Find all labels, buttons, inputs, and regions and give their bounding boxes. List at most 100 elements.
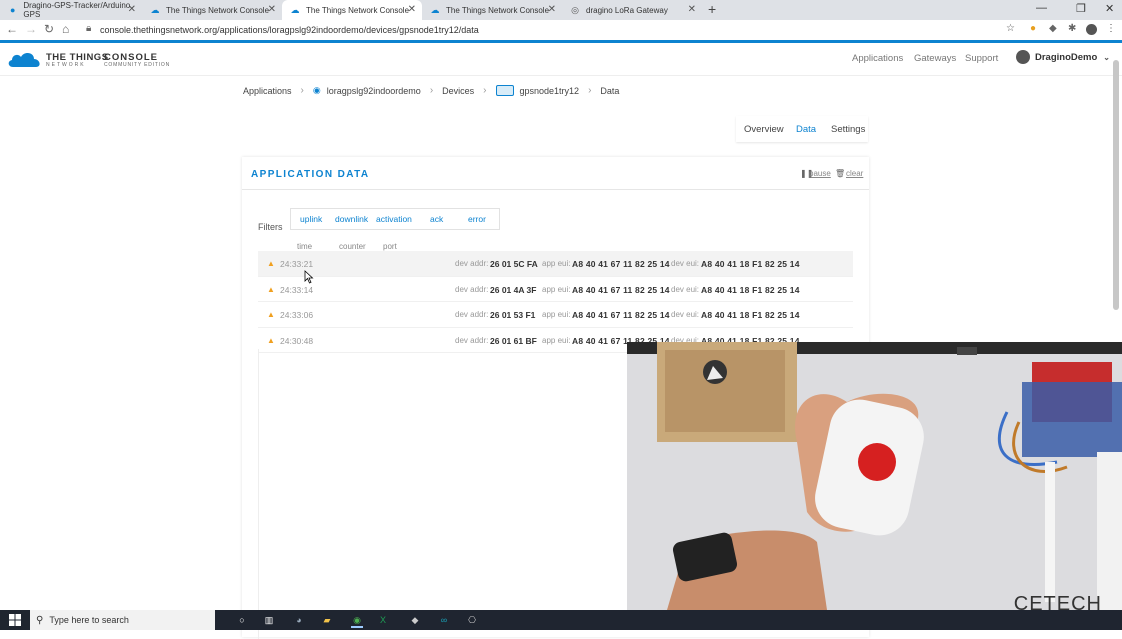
reload-icon[interactable]: ↻ [44,22,54,36]
excel-icon[interactable]: X [377,614,389,626]
dev-eui-value: A8 40 41 18 F1 82 25 14 [701,259,800,269]
app-eui-label: app eui: [542,284,571,294]
ttn-icon: ☁ [290,4,300,15]
extension-icon[interactable]: ◆ [1049,23,1057,34]
breadcrumb-data: Data [600,85,620,96]
column-time: time [297,242,313,251]
tab-overview[interactable]: Overview [744,124,784,135]
profile-avatar[interactable] [1086,24,1097,35]
tab-settings[interactable]: Settings [831,124,865,135]
app-icon[interactable]: ⎔ [466,614,478,626]
task-view-icon[interactable]: ▥ [263,614,275,626]
chevron-right-icon: › [483,85,487,96]
url-field[interactable]: console.thethingsnetwork.org/application… [100,25,479,35]
row-time: 24:33:21 [280,259,314,269]
dev-eui-label: dev eui: [671,310,700,319]
address-bar-row: ← → ↻ ⌂ 🔒︎ console.thethingsnetwork.org/… [0,20,1122,41]
restore-icon[interactable]: ❐ [1076,2,1086,15]
puzzle-icon[interactable]: ✱ [1068,23,1076,34]
close-tab-icon[interactable]: ✕ [128,4,136,15]
cortana-icon[interactable]: ○ [236,614,248,626]
page-scrollbar[interactable] [1113,60,1119,310]
video-overlay: CETECH [627,342,1122,610]
ttn-icon: ☁ [430,4,440,15]
breadcrumb-application[interactable]: loragpslg92indoordemo [327,86,421,96]
nav-gateways[interactable]: Gateways [914,53,956,64]
dev-eui-label: dev eui: [671,284,700,294]
browser-tab-4[interactable]: ☁ The Things Network Console ✕ [422,0,562,20]
browser-tab-3[interactable]: ☁ The Things Network Console ✕ [282,0,422,20]
chrome-icon[interactable]: ◉ [351,614,363,628]
user-menu[interactable]: DraginoDemo ⌄ [1016,50,1110,64]
breadcrumb-devices[interactable]: Devices [442,86,474,96]
app-icon[interactable]: ◕ [293,614,305,626]
nav-applications[interactable]: Applications [852,53,903,64]
globe-icon: ◎ [571,4,579,15]
back-icon[interactable]: ← [6,22,18,36]
bookmark-star-icon[interactable]: ☆ [1006,23,1015,34]
filters-label: Filters [258,222,283,232]
brand-subtitle: NETWORK [46,62,86,68]
panel-divider [258,349,259,639]
tab-title: dragino LoRa Gateway [586,5,668,15]
browser-tab-1[interactable]: ● Dragino-GPS-Tracker/Arduino GPS ✕ [0,0,142,20]
filter-activation[interactable]: activation [376,214,412,224]
minimize-icon[interactable]: — [1036,2,1047,14]
filter-uplink[interactable]: uplink [300,214,322,224]
dev-addr-value: 26 01 5C FA [490,259,538,269]
tab-title: The Things Network Console [446,5,550,15]
arduino-icon[interactable]: ∞ [438,614,450,626]
close-tab-icon[interactable]: ✕ [548,4,556,15]
trash-icon[interactable]: 🗑︎ [835,169,845,178]
home-icon[interactable]: ⌂ [62,22,69,36]
tab-title: The Things Network Console [306,5,410,15]
close-tab-icon[interactable]: ✕ [268,4,276,15]
breadcrumb-applications[interactable]: Applications [243,86,292,96]
video-watermark: CETECH [1013,593,1102,610]
table-row[interactable]: ▲ 24:33:21 dev addr: 26 01 5C FA app eui… [258,251,853,277]
windows-start-icon[interactable] [9,614,21,626]
search-placeholder: Type here to search [49,615,129,625]
table-row[interactable]: ▲ 24:33:06 dev addr: 26 01 53 F1 app eui… [258,302,853,328]
chevron-right-icon: › [588,85,592,96]
new-tab-icon[interactable]: + [708,1,716,17]
browser-tab-5[interactable]: ◎ dragino LoRa Gateway ✕ [562,0,702,20]
mouse-cursor-icon [304,270,314,284]
breadcrumb-device[interactable]: gpsnode1try12 [520,86,580,96]
close-window-icon[interactable]: ✕ [1105,2,1114,15]
filter-downlink[interactable]: downlink [335,214,368,224]
user-name: DraginoDemo [1035,51,1098,63]
table-row[interactable]: ▲ 24:33:14 dev addr: 26 01 4A 3F app eui… [258,277,853,302]
clear-button[interactable]: clear [846,169,863,178]
forward-icon[interactable]: → [25,22,37,36]
row-time: 24:30:48 [280,335,314,346]
app-icon[interactable]: ◆ [409,614,421,626]
dev-addr-value: 26 01 4A 3F [490,284,537,295]
column-counter: counter [339,242,366,251]
close-tab-icon[interactable]: ✕ [688,4,696,15]
menu-icon[interactable]: ⋮ [1106,23,1116,34]
app-eui-label: app eui: [542,335,571,345]
app-eui-value: A8 40 41 67 11 82 25 14 [572,310,670,320]
uplink-arrow-icon: ▲ [267,284,275,294]
github-icon: ● [9,5,16,15]
extension-icon[interactable]: ● [1030,23,1036,34]
dev-addr-value: 26 01 53 F1 [490,310,536,320]
nav-support[interactable]: Support [965,53,998,64]
browser-tab-2[interactable]: ☁ The Things Network Console ✕ [142,0,282,20]
dev-addr-label: dev addr: [455,310,489,319]
app-eui-value: A8 40 41 67 11 82 25 14 [572,259,670,269]
ttn-cloud-logo-icon[interactable] [7,50,43,68]
uplink-arrow-icon: ▲ [267,335,275,345]
pause-button[interactable]: pause [809,169,831,178]
tab-title: Dragino-GPS-Tracker/Arduino GPS [23,1,131,19]
filter-ack[interactable]: ack [430,214,443,224]
file-explorer-icon[interactable]: ▰ [321,614,333,626]
tab-data[interactable]: Data [796,124,816,135]
lock-icon[interactable]: 🔒︎ [86,23,91,34]
filter-error[interactable]: error [468,214,486,224]
close-tab-icon[interactable]: ✕ [408,4,416,15]
dev-eui-label: dev eui: [671,259,700,268]
taskbar-search-box[interactable]: ⚲ Type here to search [30,610,215,630]
panel-header: APPLICATION DATA ❚❚ pause 🗑︎ clear [242,157,869,190]
